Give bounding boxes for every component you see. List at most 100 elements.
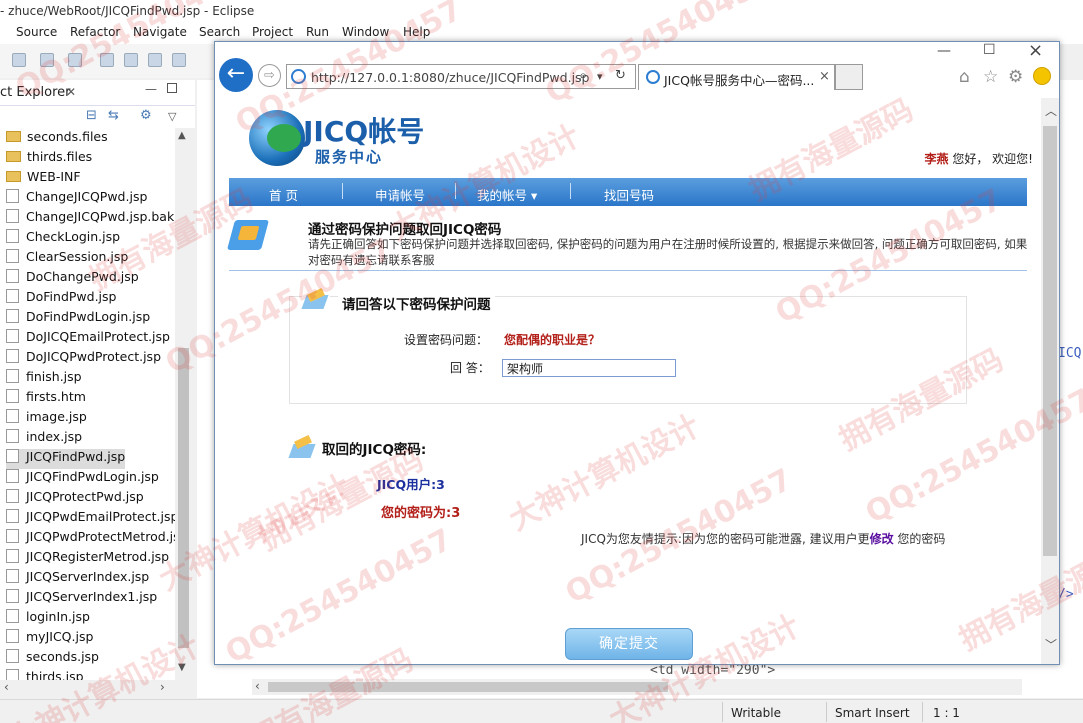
maximize-icon[interactable]: ☐ <box>983 42 996 58</box>
chevron-down-icon[interactable]: ﹀ <box>1045 636 1057 653</box>
collapse-all-icon[interactable]: ⊟ <box>86 108 97 123</box>
debug-icon[interactable] <box>68 53 82 67</box>
answer-input[interactable] <box>502 359 676 377</box>
console-icon[interactable] <box>40 53 54 67</box>
feedback-smiley-icon[interactable] <box>1033 67 1051 85</box>
tree-folder[interactable]: WEB-INF <box>6 169 81 189</box>
tree-folder[interactable]: seconds.files <box>6 129 108 149</box>
menu-window[interactable]: Window <box>342 25 389 39</box>
refresh-icon[interactable]: ↻ <box>615 68 626 83</box>
menu-run[interactable]: Run <box>306 25 329 39</box>
explorer-vertical-scrollbar[interactable]: ▲ ▼ <box>175 128 192 680</box>
tree-file[interactable]: DoChangePwd.jsp <box>6 269 139 289</box>
menu-navigate[interactable]: Navigate <box>133 25 187 39</box>
chevron-down-icon[interactable]: ▽ <box>168 110 176 123</box>
chevron-down-icon[interactable]: ▾ <box>597 70 603 83</box>
site-logo[interactable]: JICQ帐号 服务中心 <box>245 106 445 172</box>
favorites-star-icon[interactable]: ☆ <box>983 67 998 87</box>
tree-file[interactable]: ChangeJICQPwd.jsp <box>6 189 147 209</box>
tree-file[interactable]: JICQServerIndex.jsp <box>6 569 149 589</box>
chevron-down-icon[interactable]: ▼ <box>178 662 186 673</box>
search-icon[interactable]: ⌕ <box>579 66 587 84</box>
tree-file[interactable]: JICQProtectPwd.jsp <box>6 489 144 509</box>
gear-icon[interactable]: ⚙ <box>1008 67 1023 87</box>
minimize-icon[interactable]: — <box>937 43 951 59</box>
username[interactable]: 李燕 <box>925 152 949 166</box>
eclipse-title-bar: - zhuce/WebRoot/JICQFindPwd.jsp - Eclips… <box>0 0 1083 22</box>
browser-tab-active[interactable]: JICQ帐号服务中心—密码... × <box>638 64 835 90</box>
tree-file[interactable]: thirds.jsp <box>6 669 84 680</box>
nav-home[interactable]: 首 页 <box>269 185 298 204</box>
file-icon <box>6 509 19 523</box>
terminate-icon[interactable] <box>148 53 162 67</box>
tree-file[interactable]: image.jsp <box>6 409 87 429</box>
nav-apply-account[interactable]: 申请帐号 <box>375 185 425 204</box>
menu-refactor[interactable]: Refactor <box>70 25 120 39</box>
tree-file[interactable]: JICQFindPwd.jsp <box>6 449 126 469</box>
file-icon <box>6 389 19 403</box>
tree-file[interactable]: seconds.jsp <box>6 649 99 669</box>
submit-button[interactable]: 确定提交 <box>565 628 693 660</box>
scroll-thumb[interactable] <box>1043 126 1057 556</box>
forward-button[interactable]: ⇨ <box>258 64 281 87</box>
close-icon[interactable]: × <box>1028 42 1043 61</box>
tree-file[interactable]: JICQRegisterMetrod.jsp <box>6 549 169 569</box>
tree-file[interactable]: firsts.htm <box>6 389 86 409</box>
address-url[interactable]: http://127.0.0.1:8080/zhuce/JICQFindPwd.… <box>311 70 590 85</box>
close-tab-icon[interactable]: × <box>819 69 830 84</box>
status-insert-mode: Smart Insert <box>835 706 910 720</box>
project-explorer-title[interactable]: ct Explorer <box>0 85 71 100</box>
new-tab-button[interactable] <box>835 64 863 90</box>
maximize-icon[interactable] <box>167 83 177 93</box>
minimize-icon[interactable]: — <box>145 82 157 96</box>
close-icon[interactable]: ✕ <box>66 85 76 99</box>
chevron-right-icon[interactable]: › <box>160 680 165 694</box>
menu-project[interactable]: Project <box>252 25 293 39</box>
address-bar[interactable]: http://127.0.0.1:8080/zhuce/JICQFindPwd.… <box>286 64 636 89</box>
chevron-left-icon[interactable]: ‹ <box>4 680 9 694</box>
editor-horizontal-scrollbar[interactable]: ‹ <box>252 679 1022 695</box>
tree-file[interactable]: loginIn.jsp <box>6 609 90 629</box>
tree-file[interactable]: myJICQ.jsp <box>6 629 93 649</box>
browser-vertical-scrollbar[interactable]: ︿ ﹀ <box>1041 98 1059 664</box>
view-menu-icon[interactable]: ⚙ <box>140 108 152 123</box>
modify-password-link[interactable]: 修改 <box>870 532 894 546</box>
back-button[interactable]: ← <box>219 58 253 92</box>
link-editor-icon[interactable]: ⇆ <box>108 108 119 123</box>
tree-file[interactable]: CheckLogin.jsp <box>6 229 120 249</box>
menu-help[interactable]: Help <box>403 25 430 39</box>
tree-file[interactable]: JICQPwdProtectMetrod.js <box>6 529 175 549</box>
tree-folder[interactable]: thirds.files <box>6 149 92 169</box>
explorer-horizontal-scrollbar[interactable]: ‹ › <box>0 680 192 696</box>
resume-icon[interactable] <box>100 53 114 67</box>
tree-file[interactable]: index.jsp <box>6 429 82 449</box>
menu-search[interactable]: Search <box>199 25 240 39</box>
nav-recover-number[interactable]: 找回号码 <box>604 185 654 204</box>
home-icon[interactable]: ⌂ <box>959 67 970 87</box>
file-icon <box>6 669 19 680</box>
chevron-up-icon[interactable]: ︿ <box>1045 102 1057 119</box>
web-page: JICQ帐号 服务中心 李燕 您好， 欢迎您! 首 页 申请帐号 我的帐号 ▾ … <box>215 98 1041 664</box>
tree-file[interactable]: finish.jsp <box>6 369 82 389</box>
tree-file[interactable]: DoJICQPwdProtect.jsp <box>6 349 161 369</box>
nav-my-account[interactable]: 我的帐号 ▾ <box>477 185 537 204</box>
tree-file[interactable]: ClearSession.jsp <box>6 249 128 269</box>
chevron-up-icon[interactable]: ▲ <box>178 130 186 141</box>
tree-file[interactable]: DoFindPwdLogin.jsp <box>6 309 150 329</box>
scroll-thumb[interactable] <box>178 348 189 648</box>
tree-file[interactable]: JICQServerIndex1.jsp <box>6 589 157 609</box>
file-icon <box>6 529 19 543</box>
tree-file[interactable]: ChangeJICQPwd.jsp.bak <box>6 209 174 229</box>
menu-source[interactable]: Source <box>16 25 57 39</box>
step-icon[interactable] <box>172 53 186 67</box>
tree-file[interactable]: JICQPwdEmailProtect.jsp <box>6 509 175 529</box>
suspend-icon[interactable] <box>124 53 138 67</box>
tree-file[interactable]: DoFindPwd.jsp <box>6 289 116 309</box>
chevron-left-icon[interactable]: ‹ <box>255 679 260 693</box>
tree-file[interactable]: JICQFindPwdLogin.jsp <box>6 469 159 489</box>
folder-icon <box>6 151 21 162</box>
save-icon[interactable] <box>12 53 26 67</box>
tree-file[interactable]: DoJICQEmailProtect.jsp <box>6 329 170 349</box>
tab-title[interactable]: JICQ帐号服务中心—密码... <box>664 70 814 89</box>
scroll-thumb[interactable] <box>268 682 668 692</box>
